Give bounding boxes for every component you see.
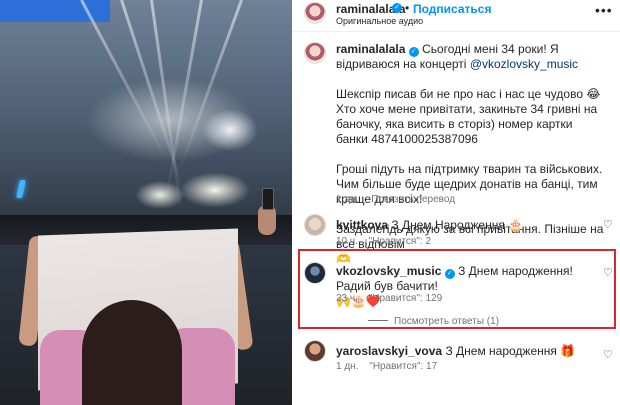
caption-line1: raminalalala ✓ Сьогодні мені 34 роки! Я … <box>336 42 606 72</box>
caption-username[interactable]: raminalalala <box>336 42 405 56</box>
post-header: raminalalala ✓ • Подписаться Оригинально… <box>292 0 620 28</box>
avatar[interactable] <box>304 2 326 24</box>
comment-meta: 10 ч. "Нравится": 2 <box>336 236 439 247</box>
neon-light <box>16 180 26 198</box>
avatar[interactable] <box>304 340 326 362</box>
comment-time[interactable]: 10 ч. <box>336 236 358 247</box>
light-beam <box>178 0 243 170</box>
highlight-box <box>298 249 616 329</box>
comment-username[interactable]: yaroslavskyi_vova <box>336 344 442 358</box>
translate-button[interactable]: Показать перевод <box>371 194 455 205</box>
comment-text: kvittkova З Днем Народження 🎂 <box>336 218 591 233</box>
verified-icon: ✓ <box>408 47 419 57</box>
likes-count[interactable]: "Нравится": 2 <box>369 236 431 247</box>
comment-meta: 1 дн. "Нравится": 17 <box>336 361 445 372</box>
divider <box>292 31 620 32</box>
comment-time[interactable]: 1 дн. <box>336 361 358 372</box>
caption-meta: 1 дн. Показать перевод <box>336 194 465 205</box>
comment-body: З Днем народження 🎁 <box>445 344 576 358</box>
comment-body: З Днем Народження 🎂 <box>391 218 524 232</box>
comment-username[interactable]: kvittkova <box>336 218 388 232</box>
post-photo <box>0 0 292 405</box>
phone <box>262 188 274 210</box>
avatar[interactable] <box>304 214 326 236</box>
more-horizontal-icon[interactable]: ••• <box>595 2 613 18</box>
likes-count[interactable]: "Нравится": 17 <box>369 361 437 372</box>
verified-icon: ✓ <box>392 3 402 13</box>
follow-button[interactable]: Подписаться <box>413 2 491 16</box>
caption-avatar[interactable] <box>304 42 326 64</box>
post-panel: raminalalala ✓ • Подписаться Оригинально… <box>292 0 620 405</box>
light-beam <box>165 0 203 198</box>
comment-text: yaroslavskyi_vova З Днем народження 🎁 <box>336 344 591 359</box>
mention-link[interactable]: @vkozlovsky_music <box>470 57 578 71</box>
heart-icon[interactable]: ♡ <box>603 348 613 361</box>
heart-icon[interactable]: ♡ <box>603 218 613 231</box>
hair <box>82 300 182 405</box>
separator-dot: • <box>405 1 410 15</box>
audio-link[interactable]: Оригинальное аудио <box>336 16 423 26</box>
caption-time[interactable]: 1 дн. <box>336 194 358 205</box>
caption-text-2: Шекспір писав би не про нас і нас це чуд… <box>336 87 601 146</box>
